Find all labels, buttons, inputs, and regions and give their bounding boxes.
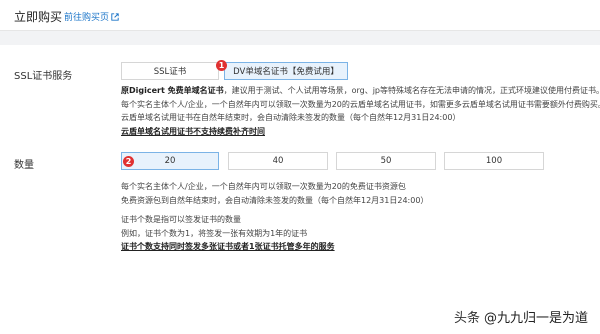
watermark: 头条 @九九归一是为道 bbox=[454, 307, 588, 326]
external-link-icon bbox=[111, 12, 119, 21]
quantity-desc-line-2: 免费资源包到自然年结束时，会自动清除未签发的数量（每个自然年12月31日24:0… bbox=[121, 195, 429, 205]
purchase-header: 立即购买 前往购买页 bbox=[0, 0, 600, 30]
quantity-option-50[interactable]: 50 bbox=[336, 152, 436, 170]
section-divider bbox=[0, 30, 600, 45]
quantity-option-100-label: 100 bbox=[485, 156, 503, 166]
watermark-platform: 头条 bbox=[453, 311, 480, 326]
ssl-desc-line-4: 云盾单域名试用证书不支持续费补齐时间 bbox=[121, 126, 265, 136]
option-dv-single-domain-trial[interactable]: DV单域名证书【免费试用】 bbox=[224, 62, 348, 80]
quantity-description: 每个实名主体个人/企业，一个自然年内可以领取一次数量为20的免费证书资源包 免费… bbox=[121, 180, 428, 207]
quantity-note-line-3: 证书个数支持同时签发多张证书或者1张证书托管多年的服务 bbox=[121, 242, 335, 251]
quantity-note: 证书个数是指可以签发证书的数量 例如，证书个数为1，将签发一张有效期为1年的证书… bbox=[121, 213, 335, 254]
quantity-option-20[interactable]: 20 bbox=[121, 152, 219, 170]
option-dv-label: DV单域名证书【免费试用】 bbox=[233, 67, 339, 77]
step-badge-2: 2 bbox=[123, 156, 134, 167]
ssl-desc-line-2: 每个实名主体个人/企业，一个自然年内可以领取一次数量为20的云盾单域名试用证书，… bbox=[121, 99, 600, 109]
ssl-desc-line-3: 云盾单域名试用证书在自然年结束时，会自动清除未签发的数量（每个自然年12月31日… bbox=[121, 113, 461, 122]
quantity-label: 数量 bbox=[14, 160, 34, 171]
purchase-link-label: 前往购买页 bbox=[64, 13, 110, 23]
option-ssl-certificate[interactable]: SSL证书 bbox=[121, 62, 219, 80]
ssl-desc-product: 原Digicert 免费单域名证书 bbox=[121, 86, 224, 95]
quantity-option-40[interactable]: 40 bbox=[228, 152, 328, 170]
page-title: 立即购买 bbox=[14, 10, 63, 24]
ssl-service-label: SSL证书服务 bbox=[14, 71, 73, 82]
ssl-desc-line-1-text: ，建议用于测试、个人试用等场景，org、jp等特殊域名存在无法申请的情况，正式环… bbox=[223, 86, 600, 95]
ssl-description: 原Digicert 免费单域名证书，建议用于测试、个人试用等场景，org、jp等… bbox=[121, 84, 600, 138]
quantity-option-40-label: 40 bbox=[272, 156, 284, 166]
watermark-handle: @九九归一是为道 bbox=[483, 311, 588, 326]
step-badge-1: 1 bbox=[216, 60, 227, 71]
quantity-option-20-label: 20 bbox=[164, 156, 176, 166]
quantity-note-line-2: 例如，证书个数为1，将签发一张有效期为1年的证书 bbox=[121, 228, 308, 238]
option-ssl-certificate-label: SSL证书 bbox=[153, 67, 187, 77]
quantity-option-100[interactable]: 100 bbox=[444, 152, 544, 170]
ssl-desc-line-1: 原Digicert 免费单域名证书，建议用于测试、个人试用等场景，org、jp等… bbox=[121, 84, 600, 98]
quantity-desc-line-1: 每个实名主体个人/企业，一个自然年内可以领取一次数量为20的免费证书资源包 bbox=[121, 182, 406, 191]
quantity-option-50-label: 50 bbox=[380, 156, 392, 166]
go-to-purchase-link[interactable]: 前往购买页 bbox=[64, 10, 119, 23]
quantity-note-line-1: 证书个数是指可以签发证书的数量 bbox=[121, 215, 241, 224]
